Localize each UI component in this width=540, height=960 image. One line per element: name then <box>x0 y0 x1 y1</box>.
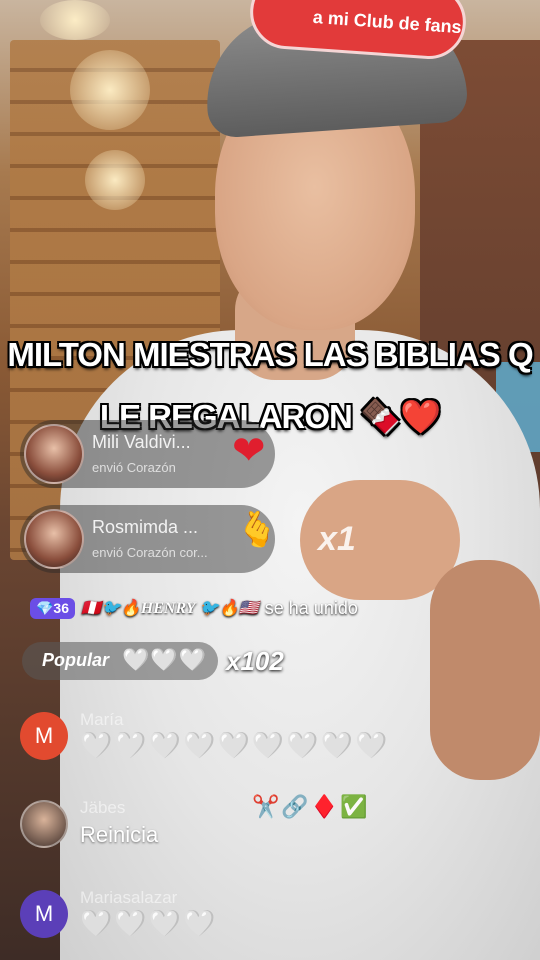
comment-username[interactable]: Mariasalazar <box>80 888 177 908</box>
comment-avatar[interactable]: M <box>20 890 68 938</box>
gift-action: envió Corazón <box>92 460 176 475</box>
wall-light <box>85 150 145 210</box>
gift-sender-name: Mili Valdivi... <box>92 432 191 452</box>
gift-sender-avatar[interactable] <box>24 509 84 569</box>
ceiling-light <box>70 50 150 130</box>
comment-avatar[interactable]: M <box>20 712 68 760</box>
joined-username[interactable]: 🇵🇪🐦🔥HENRY 🐦🔥🇺🇸 <box>81 598 259 618</box>
comment-text: 🤍🤍🤍🤍 <box>80 908 218 938</box>
popular-label: Popular <box>42 650 110 670</box>
gift-action: envió Corazón cor... <box>92 545 208 560</box>
gift-multiplier: x1 <box>318 520 356 558</box>
gift-sender-avatar[interactable] <box>24 424 84 484</box>
heart-gift-icon: ❤ <box>232 429 266 473</box>
streamer-arm <box>430 560 540 780</box>
join-notice: 💎36 🇵🇪🐦🔥HENRY 🐦🔥🇺🇸 se ha unido <box>30 596 358 620</box>
heart-hand-gift-icon: 🫰 <box>236 511 279 549</box>
comment-username[interactable]: María <box>80 710 123 730</box>
comment-avatar[interactable] <box>20 800 68 848</box>
level-badge: 💎36 <box>30 597 76 619</box>
cap-patch-text: a mi Club de fans <box>312 6 463 38</box>
joined-message: se ha unido <box>264 597 358 618</box>
top-light <box>40 0 110 40</box>
caption-line-1: MILTON MIESTRAS LAS BIBLIAS Q <box>7 336 533 373</box>
white-hearts-icon: 🤍🤍🤍 <box>122 647 208 672</box>
comment-text: Reinicia <box>80 822 159 847</box>
comment-text: 🤍🤍🤍🤍🤍🤍🤍🤍🤍 <box>80 730 390 760</box>
popular-count: x102 <box>226 646 284 676</box>
gift-sender-name: Rosmimda ... <box>92 517 199 537</box>
comment-username[interactable]: Jäbes <box>80 798 125 818</box>
popular-gift-pill[interactable]: Popular 🤍🤍🤍 <box>22 642 218 680</box>
comment-badges: ✂️🔗♦️✅ <box>252 794 370 819</box>
